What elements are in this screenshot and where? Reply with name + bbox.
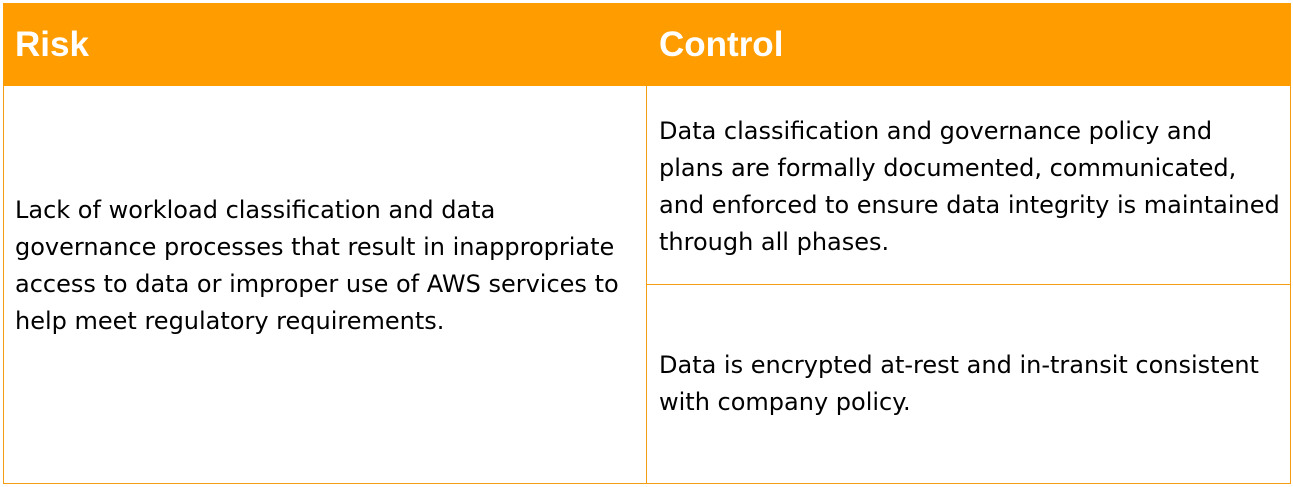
control-description-2: Data is encrypted at-rest and in-transit…	[659, 351, 1259, 416]
table-header: Risk Control	[3, 3, 1291, 86]
control-description-1: Data classification and governance polic…	[659, 117, 1280, 256]
control-column-header: Control	[659, 24, 784, 64]
risk-control-table: Risk Control Lack of workload classifica…	[3, 3, 1291, 484]
risk-column-header: Risk	[15, 24, 89, 64]
risk-description: Lack of workload classification and data…	[15, 196, 619, 335]
control-row-divider	[647, 284, 1291, 285]
